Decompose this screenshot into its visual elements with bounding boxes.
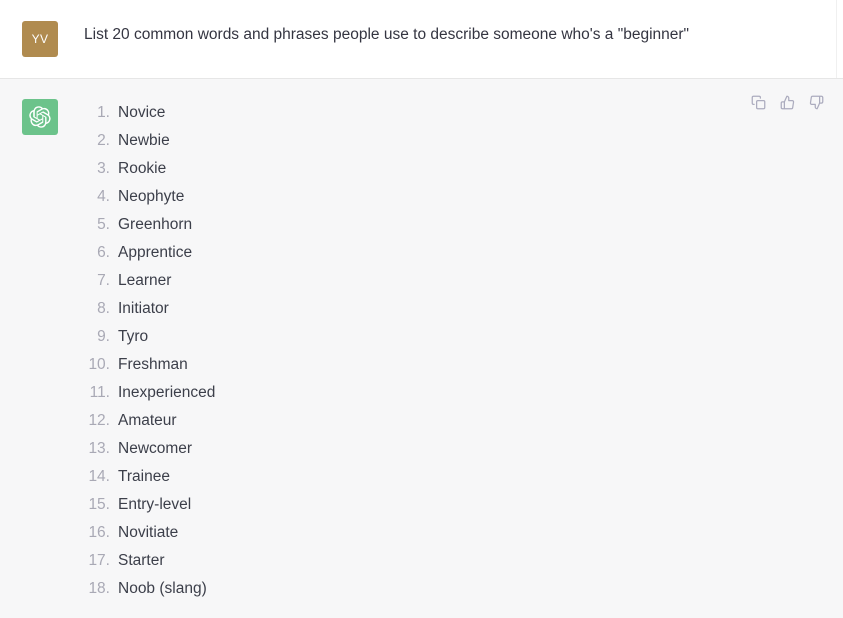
list-item: 14. Trainee: [84, 463, 723, 491]
list-item: 17. Starter: [84, 547, 723, 575]
beginner-synonyms-list: 1. Novice 2. Newbie 3. Rookie 4. Neophyt…: [84, 99, 723, 603]
list-item: 5. Greenhorn: [84, 211, 723, 239]
list-item: 4. Neophyte: [84, 183, 723, 211]
list-item: 2. Newbie: [84, 127, 723, 155]
thumbs-down-icon[interactable]: [807, 93, 825, 111]
list-item-number: 13.: [88, 440, 110, 457]
openai-logo-icon: [29, 106, 51, 128]
list-item-number: 8.: [97, 300, 110, 317]
list-item-number: 11.: [89, 384, 110, 401]
list-item-number: 17.: [88, 552, 110, 569]
assistant-avatar: [22, 99, 58, 135]
list-item-number: 9.: [97, 328, 110, 345]
list-item-number: 3.: [97, 160, 110, 177]
assistant-message-body: 1. Novice 2. Newbie 3. Rookie 4. Neophyt…: [58, 99, 843, 603]
list-item-number: 15.: [88, 496, 110, 513]
list-item-text: Noob (slang): [118, 580, 207, 597]
list-item-text: Initiator: [118, 300, 169, 317]
list-item-text: Tyro: [118, 328, 149, 345]
list-item-number: 7.: [97, 272, 110, 289]
list-item: 8. Initiator: [84, 295, 723, 323]
list-item-number: 10.: [88, 356, 110, 373]
list-item-text: Trainee: [118, 468, 170, 485]
list-item-text: Newbie: [118, 132, 170, 149]
user-avatar: YV: [22, 21, 58, 57]
message-actions: [749, 93, 825, 111]
user-message-inner: YV List 20 common words and phrases peop…: [0, 0, 843, 78]
list-item: 12. Amateur: [84, 407, 723, 435]
list-item-text: Learner: [118, 272, 172, 289]
list-item: 9. Tyro: [84, 323, 723, 351]
list-item-text: Newcomer: [118, 440, 193, 457]
list-item-number: 6.: [97, 244, 110, 261]
list-item-text: Inexperienced: [118, 384, 216, 401]
thumbs-up-icon[interactable]: [778, 93, 796, 111]
list-item-text: Apprentice: [118, 244, 193, 261]
list-item: 10. Freshman: [84, 351, 723, 379]
chat-conversation: YV List 20 common words and phrases peop…: [0, 0, 843, 618]
list-item-number: 1.: [97, 104, 110, 121]
list-item: 6. Apprentice: [84, 239, 723, 267]
list-item: 13. Newcomer: [84, 435, 723, 463]
assistant-message-row: 1. Novice 2. Newbie 3. Rookie 4. Neophyt…: [0, 79, 843, 618]
user-message-body: List 20 common words and phrases people …: [58, 21, 843, 47]
copy-icon[interactable]: [749, 93, 767, 111]
list-item: 3. Rookie: [84, 155, 723, 183]
list-item: 18. Noob (slang): [84, 575, 723, 603]
list-item-number: 12.: [88, 412, 110, 429]
list-item-text: Greenhorn: [118, 216, 193, 233]
list-item-text: Amateur: [118, 412, 177, 429]
list-item-text: Entry-level: [118, 496, 192, 513]
list-item: 1. Novice: [84, 99, 723, 127]
assistant-message-inner: 1. Novice 2. Newbie 3. Rookie 4. Neophyt…: [0, 79, 843, 618]
list-item-number: 5.: [97, 216, 110, 233]
user-message-row: YV List 20 common words and phrases peop…: [0, 0, 843, 79]
list-item-text: Novitiate: [118, 524, 179, 541]
list-item: 11. Inexperienced: [84, 379, 723, 407]
list-item-number: 16.: [88, 524, 110, 541]
list-item-text: Rookie: [118, 160, 167, 177]
list-item-text: Starter: [118, 552, 165, 569]
list-item-text: Neophyte: [118, 188, 185, 205]
list-item-number: 2.: [97, 132, 110, 149]
list-item-text: Novice: [118, 104, 166, 121]
user-prompt-text: List 20 common words and phrases people …: [84, 26, 690, 43]
list-item: 15. Entry-level: [84, 491, 723, 519]
list-item: 16. Novitiate: [84, 519, 723, 547]
list-item-number: 4.: [97, 188, 110, 205]
list-item-text: Freshman: [118, 356, 188, 373]
list-item-number: 18.: [88, 580, 110, 597]
list-item-number: 14.: [88, 468, 110, 485]
list-item: 7. Learner: [84, 267, 723, 295]
